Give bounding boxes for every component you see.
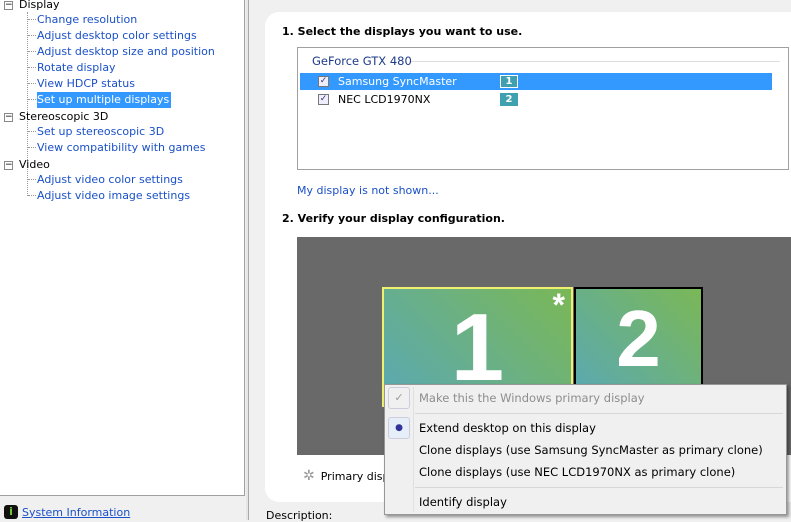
tree-group-stereo[interactable]: Stereoscopic 3D: [19, 109, 108, 125]
tree-item-multiple-displays[interactable]: Set up multiple displays: [37, 92, 172, 108]
menu-item-identify[interactable]: Identify display: [419, 491, 507, 513]
tree-item-adjust-size[interactable]: Adjust desktop size and position: [37, 44, 217, 60]
description-label: Description:: [266, 509, 333, 522]
menu-item-clone-samsung[interactable]: Clone displays (use Samsung SyncMaster a…: [419, 439, 763, 461]
gpu-label: GeForce GTX 480: [312, 54, 412, 68]
primary-star-icon: *: [552, 287, 565, 323]
menu-item-extend[interactable]: Extend desktop on this display: [419, 417, 596, 439]
display-number-badge: 1: [500, 75, 518, 88]
monitor-number: 2: [616, 294, 661, 383]
context-menu: ✓ Make this the Windows primary display …: [384, 384, 787, 515]
tree-item-video-color[interactable]: Adjust video color settings: [37, 172, 185, 188]
tree-group-video[interactable]: Video: [19, 157, 50, 173]
system-information-link[interactable]: System Information: [22, 506, 130, 519]
system-information[interactable]: i System Information: [4, 505, 130, 519]
nvidia-info-icon: i: [4, 505, 18, 519]
collapse-icon[interactable]: −: [4, 113, 13, 122]
tree-item-adjust-color[interactable]: Adjust desktop color settings: [37, 28, 199, 44]
tree-item-video-image[interactable]: Adjust video image settings: [37, 188, 192, 204]
tree-item-compat[interactable]: View compatibility with games: [37, 140, 207, 156]
display-checkbox[interactable]: ✓: [318, 94, 329, 105]
collapse-icon[interactable]: −: [4, 1, 13, 10]
radio-bullet-icon: ●: [388, 417, 410, 439]
display-checkbox[interactable]: ✓: [318, 76, 329, 87]
display-number-badge: 2: [500, 93, 518, 106]
display-list: GeForce GTX 480 ✓ Samsung SyncMaster 1 ✓…: [297, 47, 789, 170]
step1-title: 1. Select the displays you want to use.: [282, 25, 523, 38]
display-not-shown-link[interactable]: My display is not shown...: [297, 184, 439, 197]
checkmark-icon: ✓: [388, 387, 410, 409]
tree-item-setup-3d[interactable]: Set up stereoscopic 3D: [37, 124, 166, 140]
display-row-samsung[interactable]: ✓ Samsung SyncMaster 1: [300, 73, 772, 90]
step2-title: 2. Verify your display configuration.: [282, 212, 505, 225]
display-row-nec[interactable]: ✓ NEC LCD1970NX 2: [300, 91, 772, 108]
star-outline-icon: ✲: [303, 468, 315, 484]
menu-item-make-primary[interactable]: Make this the Windows primary display: [419, 387, 645, 409]
menu-item-clone-nec[interactable]: Clone displays (use NEC LCD1970NX as pri…: [419, 461, 735, 483]
tree-item-hdcp[interactable]: View HDCP status: [37, 76, 137, 92]
tree-item-rotate[interactable]: Rotate display: [37, 60, 118, 76]
collapse-icon[interactable]: −: [4, 161, 13, 170]
tree-item-change-resolution[interactable]: Change resolution: [37, 12, 139, 28]
display-name: Samsung SyncMaster: [338, 75, 457, 88]
display-name: NEC LCD1970NX: [338, 93, 431, 106]
navigation-tree: − Display Change resolution Adjust deskt…: [0, 0, 245, 496]
splitter[interactable]: [246, 0, 249, 520]
